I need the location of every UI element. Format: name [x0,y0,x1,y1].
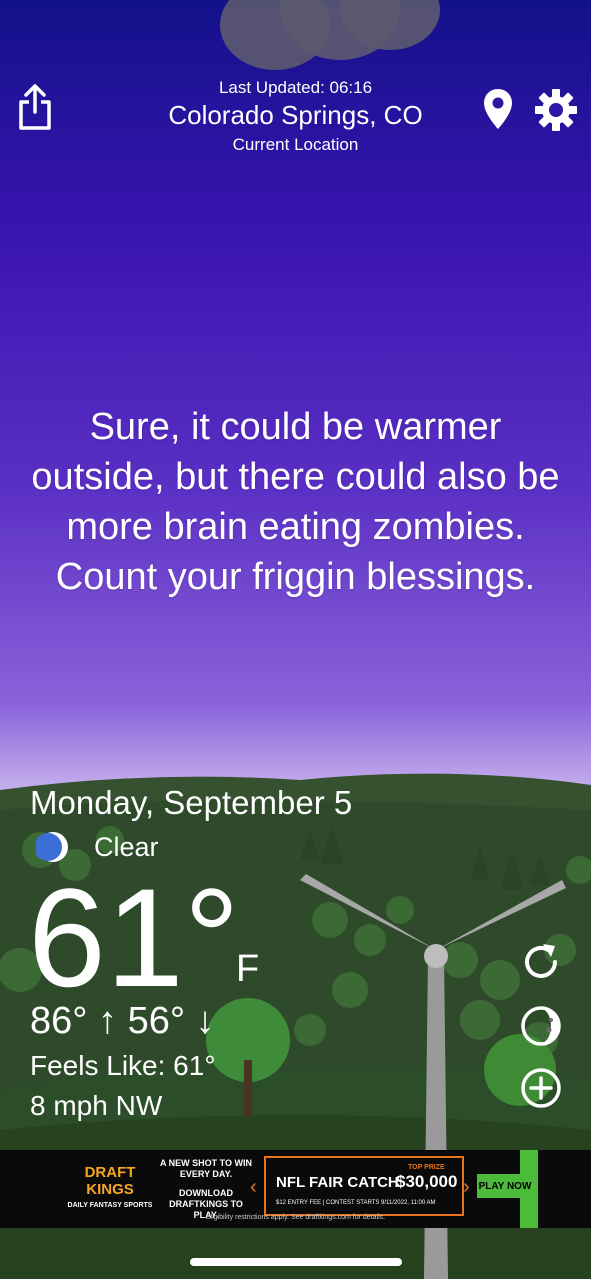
refresh-icon [525,944,557,978]
map-pin-icon [484,89,512,129]
date-label: Monday, September 5 [30,784,353,821]
temperature-unit[interactable]: F [236,948,259,991]
weather-quote: Sure, it could be warmer outside, but th… [31,406,560,598]
settings-button[interactable] [532,86,580,134]
cloud-graphic [220,0,440,70]
moon-phase-button[interactable] [519,1004,563,1048]
ad-prize-label: TOP PRIZE [408,1164,445,1171]
chevron-left-icon: ‹ [250,1176,257,1198]
wind-speed: 8 mph NW [30,1090,163,1121]
add-location-button[interactable] [519,1066,563,1110]
ad-logo-text: DRAFT KINGS [84,1164,136,1198]
temperature-value: 61° [28,859,240,1016]
location-button[interactable] [478,86,518,132]
ad-headline: NFL FAIR CATCH [276,1174,399,1191]
ad-fine-print: $12 ENTRY FEE | CONTEST STARTS 9/11/2022… [276,1200,436,1206]
gear-icon [535,89,577,131]
location-label: Current Location [232,135,359,154]
ad-prize: $30,000 [396,1172,458,1191]
weather-date: Monday, September 5 [30,784,352,822]
home-indicator[interactable] [190,1258,402,1266]
ad-banner[interactable]: DRAFT KINGS DAILY FANTASY SPORTS A NEW S… [0,1150,591,1228]
ad-eligibility: Eligibility restrictions apply. See draf… [205,1214,386,1221]
ad-play-now-button[interactable]: PLAY NOW [477,1174,533,1198]
feels-like: Feels Like: 61° [30,1050,216,1081]
ad-logo-sub: DAILY FANTASY SPORTS [67,1202,153,1209]
ad-contest-box: NFL FAIR CATCH TOP PRIZE $30,000 $12 ENT… [264,1156,464,1216]
high-low-temps: 86° ↑ 56° ↓ [30,1000,215,1042]
refresh-button[interactable] [519,940,563,984]
add-icon [521,1068,561,1108]
ad-logo: DRAFT KINGS DAILY FANTASY SPORTS [60,1164,160,1209]
condition-label: Clear [94,831,159,862]
moon-phase-icon [521,1006,561,1046]
chevron-right-icon: › [463,1176,470,1198]
ad-tagline: A NEW SHOT TO WIN EVERY DAY. [160,1158,252,1179]
